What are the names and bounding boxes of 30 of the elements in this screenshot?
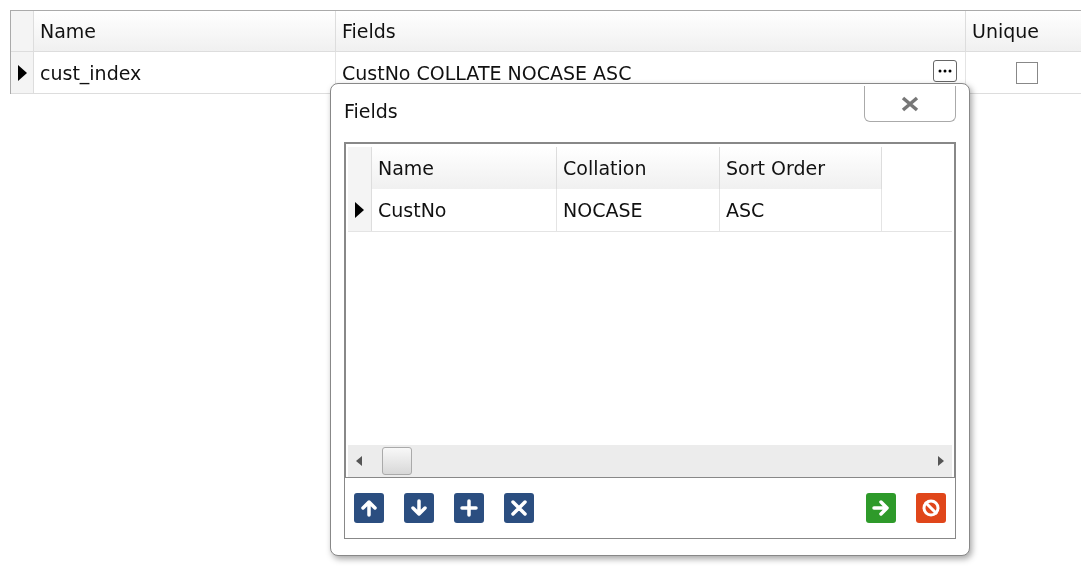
up-arrow-icon (359, 498, 379, 518)
close-icon (900, 95, 920, 112)
scroll-left-icon[interactable] (356, 456, 362, 466)
cancel-button[interactable] (916, 493, 946, 523)
table-cell: NOCASE (557, 189, 720, 231)
move-down-button[interactable] (404, 493, 434, 523)
table-cell: ASC (720, 189, 882, 231)
down-arrow-icon (409, 498, 429, 518)
dialog-title: Fields (344, 100, 398, 122)
scroll-thumb[interactable] (382, 447, 412, 475)
plus-icon (459, 498, 479, 518)
close-button[interactable] (864, 86, 956, 122)
scroll-right-icon[interactable] (938, 456, 944, 466)
column-header[interactable]: Name (372, 147, 557, 189)
column-header[interactable]: Fields (336, 11, 966, 51)
column-header[interactable]: Sort Order (720, 147, 882, 189)
confirm-button[interactable] (866, 493, 896, 523)
ellipsis-button[interactable] (933, 60, 957, 82)
prohibited-icon (921, 498, 941, 518)
table-cell: CustNo (372, 189, 557, 231)
move-up-button[interactable] (354, 493, 384, 523)
delete-button[interactable] (504, 493, 534, 523)
horizontal-scrollbar[interactable] (348, 445, 952, 477)
add-button[interactable] (454, 493, 484, 523)
ellipsis-icon (938, 69, 952, 73)
column-header[interactable]: Collation (557, 147, 720, 189)
x-icon (509, 498, 529, 518)
unique-checkbox[interactable] (1015, 61, 1038, 84)
column-header[interactable]: Name (34, 11, 336, 51)
right-arrow-icon (871, 498, 891, 518)
